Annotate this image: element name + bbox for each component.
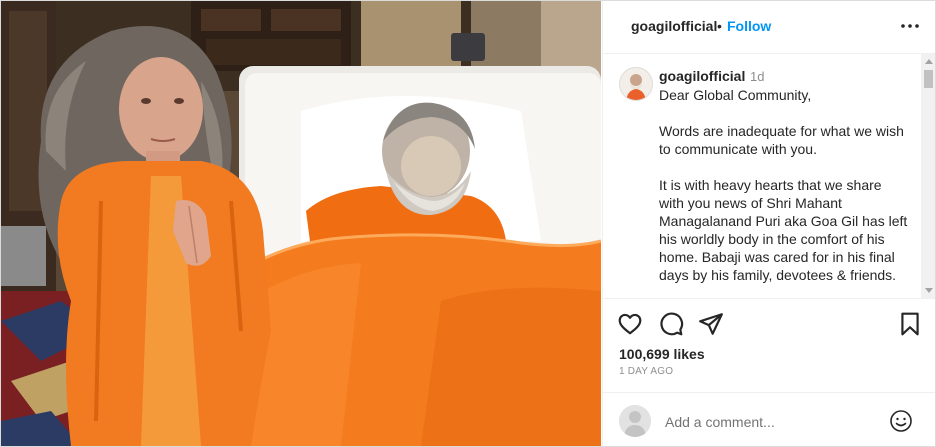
scroll-down-arrow-icon[interactable] (925, 288, 933, 293)
caption-text: Dear Global Community, Words are inadequ… (659, 86, 909, 298)
emoji-icon[interactable] (889, 409, 913, 433)
instagram-post-window: goagilofficial • Follow goagilofficial 1… (0, 0, 936, 447)
bookmark-icon[interactable] (897, 311, 923, 337)
post-photo[interactable] (1, 1, 601, 446)
scroll-up-arrow-icon[interactable] (925, 59, 933, 64)
comments-scrollbar[interactable] (921, 54, 935, 298)
heart-icon[interactable] (617, 311, 643, 337)
scrollbar-thumb[interactable] (924, 70, 933, 88)
caption-timestamp[interactable]: 1d (750, 69, 764, 84)
send-icon[interactable] (698, 311, 724, 337)
caption-username-link[interactable]: goagilofficial (659, 68, 745, 84)
caption-avatar[interactable] (619, 67, 653, 101)
post-header: goagilofficial • Follow (603, 1, 935, 54)
caption-paragraph: Dear Global Community, (659, 87, 812, 103)
comments-scroll-area[interactable]: goagilofficial 1d Dear Global Community,… (603, 54, 935, 299)
caption-paragraph: Words are inadequate for what we wish to… (659, 123, 904, 157)
caption-paragraph: It is with heavy hearts that we share wi… (659, 177, 908, 283)
follow-button[interactable]: Follow (727, 18, 771, 34)
header-separator: • (717, 18, 722, 34)
user-avatar (619, 405, 651, 437)
post-actions-bar (603, 309, 935, 339)
post-time-ago: 1 DAY AGO (619, 366, 674, 377)
post-username-link[interactable]: goagilofficial (631, 18, 717, 34)
post-photo-image (1, 1, 601, 446)
comment-icon[interactable] (658, 311, 684, 337)
comment-input[interactable] (663, 410, 887, 434)
more-options-icon[interactable] (899, 15, 921, 37)
post-side-panel: goagilofficial • Follow goagilofficial 1… (602, 1, 935, 446)
add-comment-section (603, 392, 935, 446)
likes-count[interactable]: 100,699 likes (619, 346, 705, 362)
